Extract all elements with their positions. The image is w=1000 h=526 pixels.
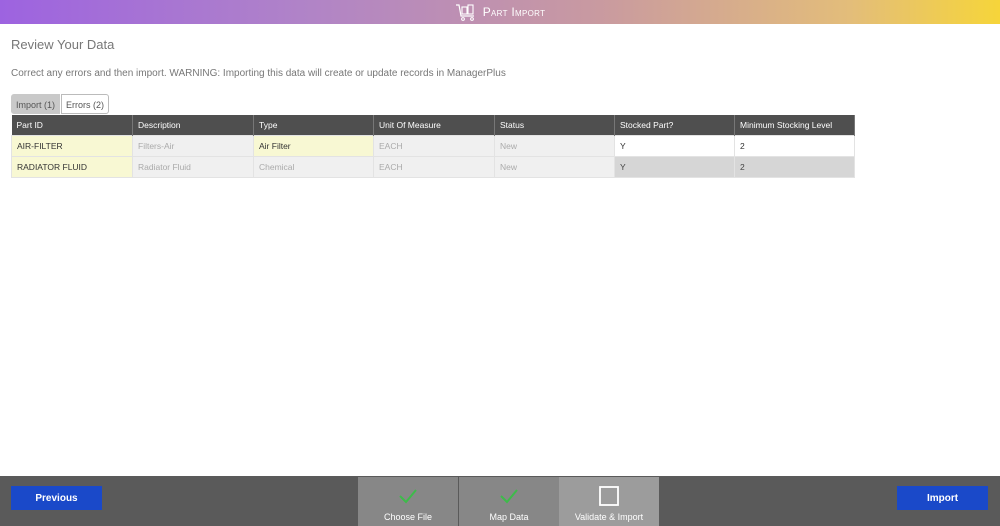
title-bar: Part Import: [0, 0, 1000, 24]
cell-minimum-stocking-level[interactable]: 2: [734, 134, 855, 157]
checkmark-icon: [399, 489, 417, 504]
step-map-data[interactable]: Map Data: [459, 477, 559, 526]
column-header-status[interactable]: Status: [494, 115, 615, 135]
table-header-row: Part ID Description Type Unit Of Measure…: [11, 115, 855, 135]
cell-minimum-stocking-level: 2: [734, 155, 855, 178]
cell-unit-of-measure: EACH: [373, 134, 495, 157]
step-label: Choose File: [383, 512, 433, 522]
column-header-type[interactable]: Type: [253, 115, 374, 135]
checkmark-icon: [500, 489, 518, 504]
cell-type: Chemical: [253, 155, 374, 178]
review-table: Part ID Description Type Unit Of Measure…: [11, 115, 855, 178]
wizard-footer: Previous Choose File Map Data Validate &…: [0, 476, 1000, 526]
cell-part-id[interactable]: RADIATOR FLUID: [11, 155, 133, 178]
cell-type[interactable]: Air Filter: [253, 134, 374, 157]
import-button[interactable]: Import: [897, 486, 988, 510]
step-label: Map Data: [489, 512, 529, 522]
cart-boxes-icon: [455, 4, 474, 21]
column-header-minimum-stocking-level[interactable]: Minimum Stocking Level: [734, 115, 855, 135]
tab-bar: Import (1) Errors (2): [11, 94, 110, 114]
cell-description: Radiator Fluid: [132, 155, 254, 178]
app-title: Part Import: [482, 5, 546, 19]
tab-import[interactable]: Import (1): [11, 94, 61, 114]
step-validate-import[interactable]: Validate & Import: [559, 477, 659, 526]
column-header-description[interactable]: Description: [132, 115, 254, 135]
previous-button[interactable]: Previous: [11, 486, 102, 510]
column-header-unit-of-measure[interactable]: Unit Of Measure: [373, 115, 495, 135]
page-title: Review Your Data: [11, 37, 115, 52]
column-header-part-id[interactable]: Part ID: [11, 115, 133, 135]
column-header-stocked-part[interactable]: Stocked Part?: [614, 115, 735, 135]
cell-stocked-part: Y: [614, 155, 735, 178]
step-choose-file[interactable]: Choose File: [358, 477, 458, 526]
instructions-text: Correct any errors and then import. WARN…: [11, 68, 506, 79]
table-row: RADIATOR FLUID Radiator Fluid Chemical E…: [11, 155, 855, 178]
cell-status: New: [494, 155, 615, 178]
step-label: Validate & Import: [574, 512, 644, 522]
cell-stocked-part[interactable]: Y: [614, 134, 735, 157]
empty-square-icon: [599, 486, 619, 506]
tab-errors[interactable]: Errors (2): [61, 94, 110, 114]
table-row: AIR-FILTER Filters-Air Air Filter EACH N…: [11, 134, 855, 157]
cell-part-id[interactable]: AIR-FILTER: [11, 134, 133, 157]
cell-status: New: [494, 134, 615, 157]
cell-unit-of-measure: EACH: [373, 155, 495, 178]
cell-description: Filters-Air: [132, 134, 254, 157]
